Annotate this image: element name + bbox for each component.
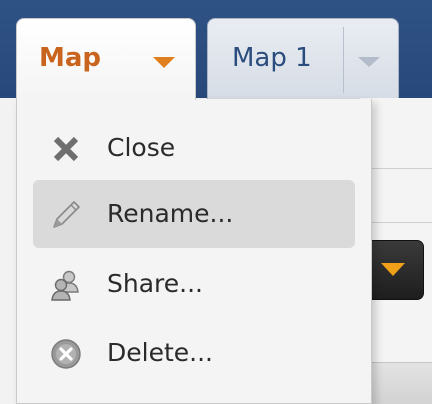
tab-map-1-label: Map 1 [232, 43, 312, 73]
menu-item-label: Close [107, 133, 176, 162]
menu-item-close[interactable]: Close [33, 114, 355, 182]
pencil-icon [53, 201, 80, 228]
tab-context-menu: Close Rename... Share... Delete... [16, 99, 372, 404]
tab-map[interactable]: Map [16, 18, 196, 100]
dropdown-button[interactable] [366, 240, 424, 300]
users-icon [51, 270, 79, 301]
chevron-down-icon[interactable] [358, 57, 380, 67]
app-stage: Map Map 1 Close Rename... Share... Delet… [0, 0, 432, 404]
menu-item-label: Delete... [107, 338, 213, 367]
delete-circle-icon [51, 339, 81, 369]
tab-bar: Map Map 1 [0, 0, 432, 100]
menu-item-label: Rename... [107, 199, 234, 228]
menu-item-rename[interactable]: Rename... [33, 180, 355, 248]
tab-divider [343, 27, 344, 93]
menu-item-share[interactable]: Share... [33, 250, 355, 318]
menu-item-label: Share... [107, 269, 203, 298]
close-icon [53, 136, 79, 162]
menu-item-delete[interactable]: Delete... [33, 319, 355, 387]
tab-map-1[interactable]: Map 1 [207, 18, 399, 100]
tab-map-label: Map [39, 43, 102, 73]
chevron-down-icon [381, 263, 405, 276]
chevron-down-icon[interactable] [153, 57, 175, 68]
